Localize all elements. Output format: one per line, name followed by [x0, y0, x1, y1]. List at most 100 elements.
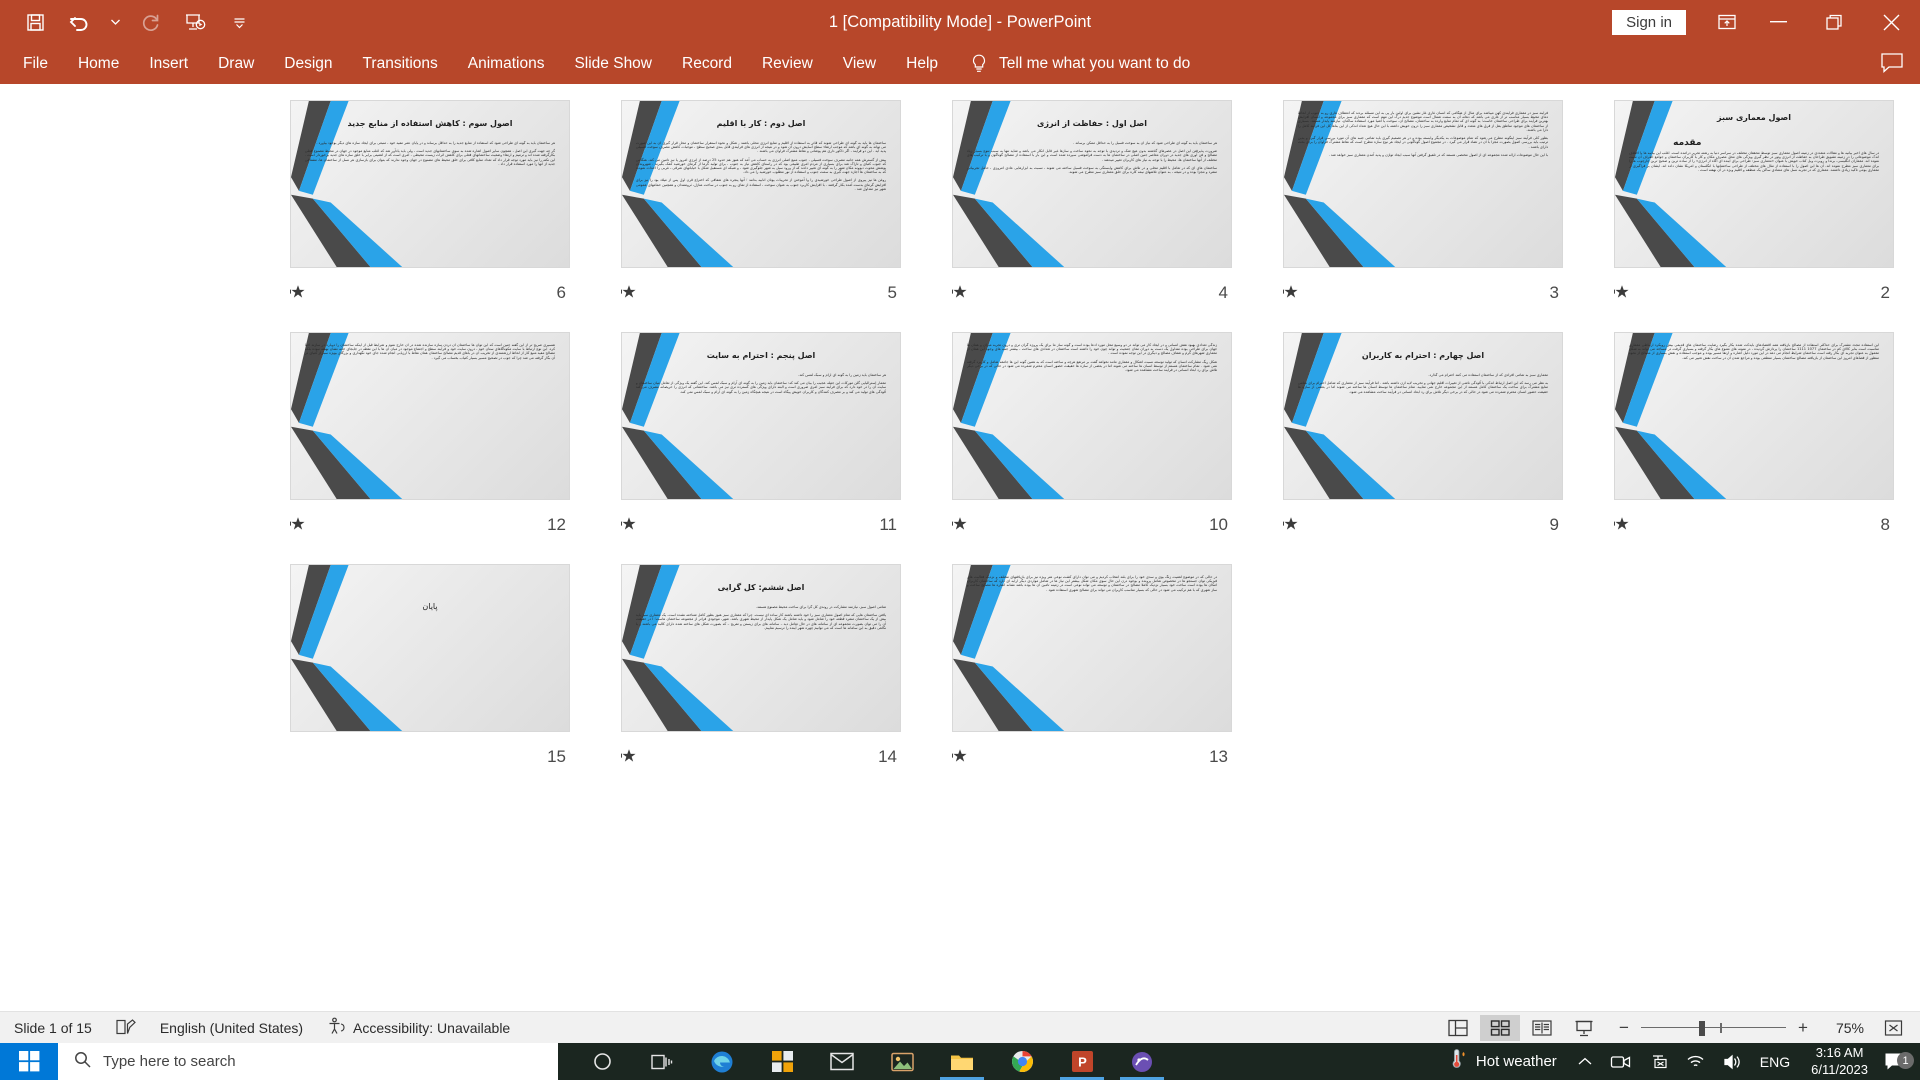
- taskbar-chrome-icon[interactable]: [992, 1043, 1052, 1080]
- slide-sorter-view-button[interactable]: [1480, 1014, 1520, 1041]
- slide-thumbnail-3[interactable]: فرآیند سبز در معماری فرآیندی کهن میباشد …: [1279, 96, 1567, 272]
- transition-star-icon[interactable]: [1613, 516, 1632, 534]
- network-disconnected-icon[interactable]: [1640, 1043, 1677, 1080]
- transition-star-icon[interactable]: [620, 284, 639, 302]
- slide-thumbnail-15[interactable]: پایان: [286, 560, 574, 736]
- slide-thumbnail-4[interactable]: اصل اول : حفاظت از انرژی هر ساختمان باید …: [948, 96, 1236, 272]
- minimize-icon[interactable]: [1750, 0, 1806, 44]
- slide-thumbnail-11[interactable]: اصل پنجم : احترام به سایت هر ساختمان باید…: [617, 328, 905, 504]
- taskbar-app-icon[interactable]: [1112, 1043, 1172, 1080]
- transition-star-icon[interactable]: [289, 516, 308, 534]
- slide-thumbnail-12[interactable]: تفسیری صریح تر از این گفته چنین است که ا…: [286, 328, 574, 504]
- transition-star-icon[interactable]: [620, 516, 639, 534]
- slide-thumbnail-8[interactable]: این استفاده مجدد مشترک برای حداکثر استفا…: [1610, 328, 1898, 504]
- ribbon-tab-transitions[interactable]: Transitions: [348, 49, 453, 79]
- ribbon-tab-home[interactable]: Home: [63, 49, 134, 79]
- taskbar-powerpoint-icon[interactable]: P: [1052, 1043, 1112, 1080]
- ribbon-tab-record[interactable]: Record: [667, 49, 747, 79]
- slide-thumbnail-14[interactable]: اصل ششم: کل گرایی تمامی اصول سبز، نیازمند…: [617, 560, 905, 736]
- transition-star-icon[interactable]: [1282, 284, 1301, 302]
- slide-thumbnail-10[interactable]: زندگی تعدادی بهبود نقش انسانی و در ایجاد…: [948, 328, 1236, 504]
- slide-show-button[interactable]: [1564, 1015, 1604, 1041]
- slide-thumbnail-5[interactable]: اصل دوم : کار با اقلیم ساختمان ها باید به…: [617, 96, 905, 272]
- transition-star-icon[interactable]: [951, 516, 970, 534]
- slide-thumbnail-13[interactable]: در حالی که در موضوع اهمیت زنگ بوی و سدی …: [948, 560, 1236, 736]
- transition-star-icon[interactable]: [1613, 284, 1632, 302]
- start-presentation-icon[interactable]: [180, 7, 210, 37]
- slide-thumbnail-2[interactable]: اصول معماری سبز مقدمه در سال های اخیر بیان…: [1610, 96, 1898, 272]
- slide-title: پایان: [422, 601, 438, 611]
- taskbar-clock[interactable]: 3:16 AM 6/11/2023: [1799, 1045, 1880, 1078]
- ribbon-tab-review[interactable]: Review: [747, 49, 828, 79]
- zoom-slider-thumb[interactable]: [1699, 1020, 1705, 1036]
- taskbar-photos-icon[interactable]: [872, 1043, 932, 1080]
- zoom-in-button[interactable]: +: [1795, 1019, 1811, 1036]
- transition-star-icon[interactable]: [289, 284, 308, 302]
- accessibility-status[interactable]: Accessibility: Unavailable: [315, 1017, 522, 1038]
- save-icon[interactable]: [20, 7, 50, 37]
- restore-icon[interactable]: [1806, 0, 1862, 44]
- input-language-indicator[interactable]: ENG: [1751, 1043, 1799, 1080]
- undo-dropdown-caret-icon[interactable]: [108, 7, 122, 37]
- slide-body-text: در حالی که در موضوع اهمیت زنگ بوی و سدی …: [967, 575, 1217, 726]
- slide-paragraph: یافتن ساختمان هایی که تمام اصول معماری س…: [635, 613, 887, 630]
- sign-in-button[interactable]: Sign in: [1612, 9, 1686, 35]
- meet-now-icon[interactable]: [1601, 1043, 1640, 1080]
- close-icon[interactable]: [1862, 0, 1920, 44]
- transition-star-icon[interactable]: [951, 284, 970, 302]
- taskbar-file-explorer-icon[interactable]: [932, 1043, 992, 1080]
- taskbar-edge-icon[interactable]: [692, 1043, 752, 1080]
- slide-number: 8: [1880, 515, 1890, 534]
- tell-me-search[interactable]: Tell me what you want to do: [969, 53, 1190, 75]
- show-hidden-icons-button[interactable]: [1569, 1043, 1601, 1080]
- quick-access-toolbar: [0, 7, 254, 37]
- start-button[interactable]: [0, 1043, 58, 1080]
- normal-view-button[interactable]: [1438, 1015, 1478, 1041]
- customize-quick-access-toolbar-icon[interactable]: [224, 7, 254, 37]
- zoom-slider[interactable]: [1641, 1019, 1786, 1037]
- slide-counter[interactable]: Slide 1 of 15: [0, 1020, 104, 1036]
- ribbon-tab-animations[interactable]: Animations: [453, 49, 560, 79]
- wifi-icon[interactable]: [1677, 1043, 1714, 1080]
- transition-star-icon[interactable]: [1282, 516, 1301, 534]
- slide-body-text: این استفاده مجدد مشترک برای حداکثر استفا…: [1629, 343, 1879, 494]
- taskbar-mail-icon[interactable]: [812, 1043, 872, 1080]
- ribbon-display-options-icon[interactable]: [1704, 0, 1750, 44]
- slide-paragraph: با این حال موضوعات ارائه شده مجموعه ای ا…: [1328, 152, 1549, 157]
- ribbon-tab-slide-show[interactable]: Slide Show: [559, 49, 667, 79]
- undo-icon[interactable]: [64, 7, 94, 37]
- taskbar-store-icon[interactable]: [752, 1043, 812, 1080]
- fit-to-window-button[interactable]: [1876, 1015, 1910, 1041]
- slide-sorter-workarea[interactable]: اصول سوم : کاهش استفاده از منابع جدید هر …: [0, 84, 1920, 1011]
- transition-star-icon[interactable]: [290, 748, 308, 766]
- search-icon: [74, 1051, 91, 1072]
- ribbon-tab-view[interactable]: View: [828, 49, 891, 79]
- comments-icon[interactable]: [1880, 52, 1906, 76]
- ribbon-tab-insert[interactable]: Insert: [134, 49, 203, 79]
- zoom-control[interactable]: − + 75%: [1606, 1019, 1874, 1037]
- thermometer-icon: [1450, 1049, 1467, 1074]
- svg-text:P: P: [1078, 1055, 1087, 1070]
- taskbar-search[interactable]: Type here to search: [58, 1043, 558, 1080]
- taskbar-task-view-icon[interactable]: [632, 1043, 692, 1080]
- ribbon-tab-file[interactable]: File: [8, 49, 63, 79]
- weather-widget[interactable]: Hot weather: [1438, 1049, 1569, 1074]
- slide-thumbnail-6[interactable]: اصول سوم : کاهش استفاده از منابع جدید هر …: [286, 96, 574, 272]
- slide-thumbnail-9[interactable]: اصل چهارم : احترام به کاربران معماری سبز …: [1279, 328, 1567, 504]
- ribbon-tab-draw[interactable]: Draw: [203, 49, 269, 79]
- reading-view-button[interactable]: [1522, 1015, 1562, 1041]
- transition-star-icon[interactable]: [620, 748, 639, 766]
- transition-star-icon[interactable]: [951, 748, 970, 766]
- ribbon-tab-design[interactable]: Design: [269, 49, 347, 79]
- taskbar-cortana-icon[interactable]: [572, 1043, 632, 1080]
- notes-icon[interactable]: [104, 1019, 148, 1036]
- zoom-out-button[interactable]: −: [1616, 1019, 1632, 1036]
- ribbon-tab-help[interactable]: Help: [891, 49, 953, 79]
- zoom-level-label[interactable]: 75%: [1820, 1020, 1864, 1036]
- slide-grid: اصول سوم : کاهش استفاده از منابع جدید هر …: [286, 96, 1920, 792]
- language-indicator[interactable]: English (United States): [148, 1020, 315, 1036]
- zoom-slider-track: [1641, 1026, 1786, 1028]
- notification-center-button[interactable]: 1: [1880, 1052, 1920, 1071]
- slide-caption: 8: [1610, 510, 1898, 540]
- volume-icon[interactable]: [1714, 1043, 1751, 1080]
